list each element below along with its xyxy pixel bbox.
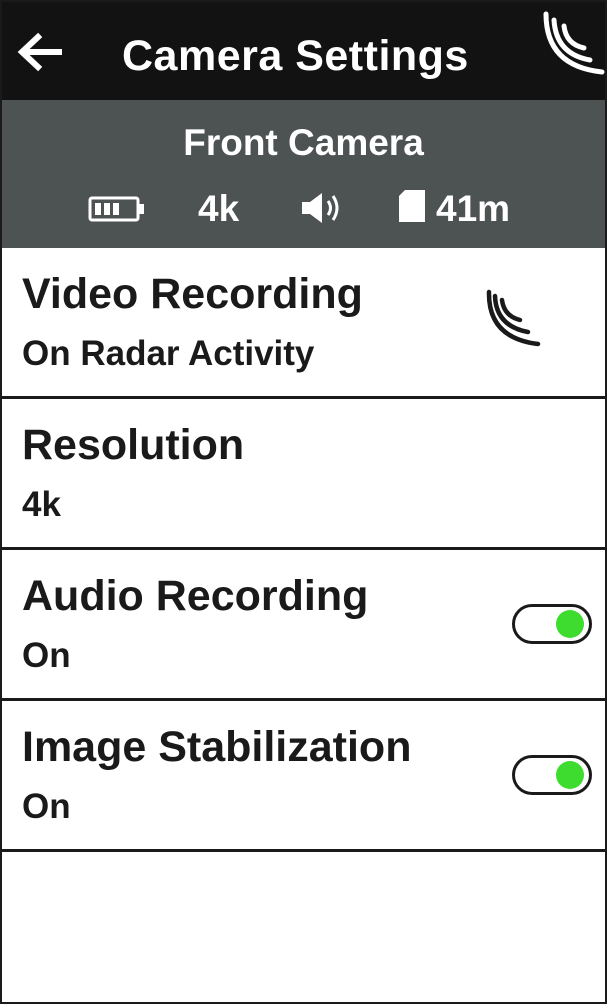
speaker-icon: [302, 193, 339, 223]
toggle-knob: [556, 761, 584, 789]
toggle-knob: [556, 610, 584, 638]
image-stabilization-toggle[interactable]: [512, 755, 592, 795]
device-screen: Camera Settings Front Camera 4k 41m Vide…: [0, 0, 607, 1004]
resolution-indicator: 4k: [198, 188, 240, 229]
battery-icon: [88, 196, 144, 222]
radar-icon: [486, 289, 541, 347]
image-stabilization-setting[interactable]: Image Stabilization On: [2, 701, 605, 852]
radar-icon: [543, 11, 605, 75]
camera-status-row: 4k 41m: [2, 186, 605, 230]
recording-time-remaining: 41m: [436, 188, 511, 229]
camera-status-panel: Front Camera 4k 41m: [2, 100, 605, 248]
setting-label: Audio Recording: [22, 572, 369, 620]
setting-label: Video Recording: [22, 270, 363, 318]
resolution-setting[interactable]: Resolution 4k: [2, 399, 605, 550]
top-bar: Camera Settings: [2, 2, 605, 100]
setting-value: On: [22, 787, 71, 826]
sd-card-icon: [399, 190, 425, 222]
setting-value: On: [22, 636, 71, 675]
page-title: Camera Settings: [122, 32, 469, 80]
audio-recording-toggle[interactable]: [512, 604, 592, 644]
audio-recording-setting[interactable]: Audio Recording On: [2, 550, 605, 701]
setting-label: Resolution: [22, 421, 245, 469]
video-recording-setting[interactable]: Video Recording On Radar Activity: [2, 248, 605, 399]
setting-label: Image Stabilization: [22, 723, 412, 771]
setting-value: On Radar Activity: [22, 334, 315, 373]
camera-name: Front Camera: [183, 122, 424, 163]
setting-value: 4k: [22, 485, 61, 524]
back-button[interactable]: [12, 26, 66, 78]
arrow-left-icon: [17, 32, 62, 72]
